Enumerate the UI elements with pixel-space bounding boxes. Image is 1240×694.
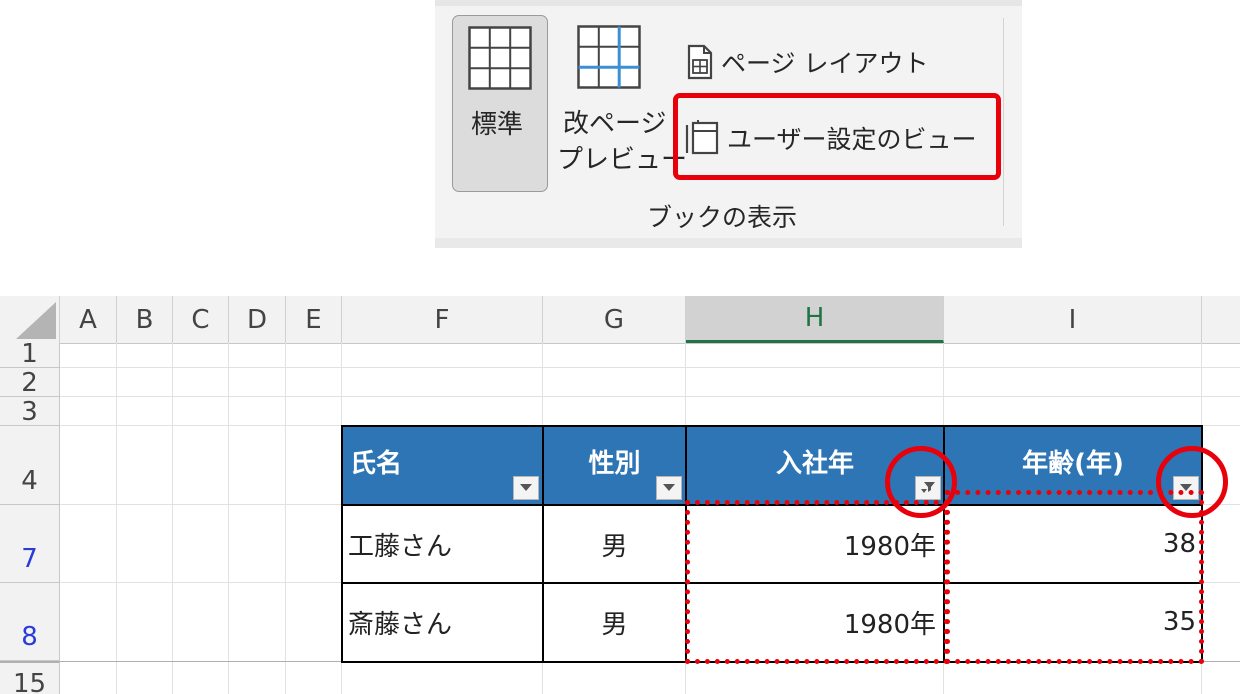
- table-cell-gender[interactable]: 男: [543, 505, 686, 583]
- ribbon-workbook-views-group: 標準 改ページ プレビュー ページ レイアウト ユーザー設定のビュー ブックの表…: [435, 0, 1022, 248]
- row-header-2[interactable]: 2: [0, 368, 60, 397]
- normal-view-label: 標準: [471, 110, 524, 140]
- gridline: [60, 396, 1240, 397]
- grid-view-icon: [468, 26, 532, 90]
- page-break-label-line1: 改ページ: [563, 109, 667, 139]
- ribbon-bottom-edge: [435, 238, 1022, 248]
- column-header-g[interactable]: G: [543, 296, 686, 343]
- row-header-3[interactable]: 3: [0, 397, 60, 426]
- column-header-e[interactable]: E: [286, 296, 342, 343]
- ribbon-top-edge: [435, 0, 1022, 6]
- column-header-d[interactable]: D: [229, 296, 286, 343]
- row-header-4[interactable]: 4: [0, 426, 60, 505]
- table-cell-name[interactable]: 斎藤さん: [342, 583, 543, 661]
- table-cell-gender[interactable]: 男: [543, 583, 686, 661]
- page-break-icon: [577, 25, 641, 89]
- age-highlight-box: [945, 490, 1204, 664]
- filter-dropdown-gender[interactable]: [656, 476, 682, 500]
- group-separator: [1003, 18, 1004, 226]
- column-header-i[interactable]: I: [944, 296, 1202, 343]
- column-header-b[interactable]: B: [117, 296, 173, 343]
- worksheet-grid[interactable]: A B C D E F G H I 1 2 3 4 7 8 15 氏名 性別 入…: [0, 296, 1240, 694]
- select-all-triangle-icon: [16, 302, 56, 339]
- page-layout-label: ページ レイアウト: [721, 49, 929, 78]
- gridline: [60, 367, 1240, 368]
- header-join-year-label: 入社年: [775, 448, 854, 479]
- join-year-highlight-box: [685, 500, 949, 664]
- table-border: [341, 425, 1203, 427]
- filter-dropdown-icon: [520, 484, 532, 491]
- row-header-15[interactable]: 15: [0, 661, 60, 694]
- column-header-a[interactable]: A: [60, 296, 117, 343]
- table-border: [542, 425, 544, 663]
- column-header-h[interactable]: H: [686, 296, 944, 343]
- page-layout-button[interactable]: ページ レイアウト: [687, 40, 928, 84]
- row-header-1[interactable]: 1: [0, 343, 60, 368]
- custom-views-highlight: [673, 93, 1001, 180]
- page-layout-icon: [687, 44, 713, 80]
- page-break-label-line2: プレビュー: [557, 145, 688, 175]
- row-header-7[interactable]: 7: [0, 505, 60, 583]
- select-all-button[interactable]: [0, 296, 60, 343]
- table-cell-name[interactable]: 工藤さん: [342, 505, 543, 583]
- workbook-views-group-label: ブックの表示: [647, 203, 798, 232]
- column-header-f[interactable]: F: [342, 296, 543, 343]
- header-gender-label: 性別: [588, 448, 641, 479]
- table-border: [341, 425, 343, 663]
- page-break-preview-button[interactable]: 改ページ プレビュー: [555, 15, 687, 192]
- filter-dropdown-icon: [663, 484, 675, 491]
- column-header-c[interactable]: C: [173, 296, 229, 343]
- normal-view-button[interactable]: 標準: [452, 15, 548, 192]
- row-header-8[interactable]: 8: [0, 583, 60, 661]
- header-age-label: 年齢(年): [1022, 448, 1124, 479]
- header-name-label: 氏名: [350, 448, 403, 479]
- filter-dropdown-name[interactable]: [513, 476, 539, 500]
